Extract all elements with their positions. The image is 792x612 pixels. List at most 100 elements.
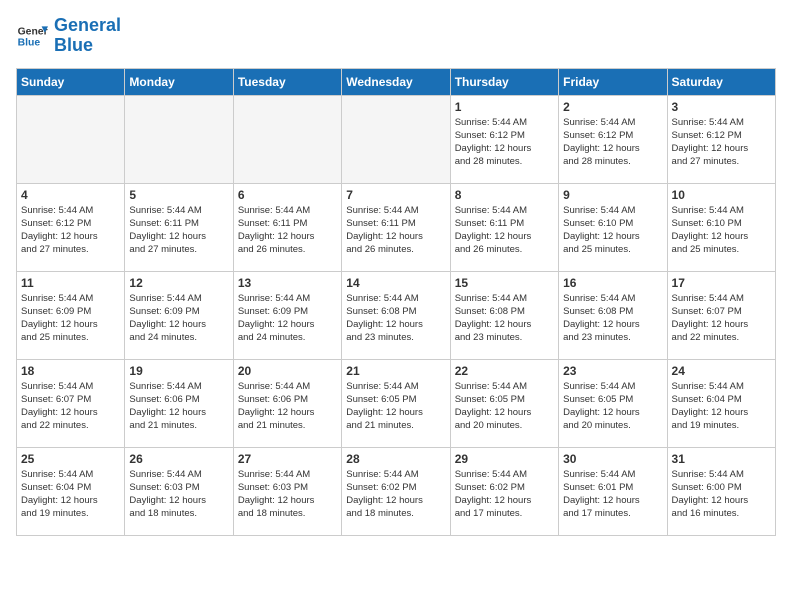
day-cell: 7 Sunrise: 5:44 AM Sunset: 6:11 PM Daylig… <box>342 183 450 271</box>
day-info: Sunrise: 5:44 AM Sunset: 6:11 PM Dayligh… <box>346 204 445 257</box>
day-info: Sunrise: 5:44 AM Sunset: 6:04 PM Dayligh… <box>21 468 120 521</box>
day-info: Sunrise: 5:44 AM Sunset: 6:12 PM Dayligh… <box>672 116 771 169</box>
day-number: 17 <box>672 276 771 290</box>
day-number: 10 <box>672 188 771 202</box>
day-cell: 2 Sunrise: 5:44 AM Sunset: 6:12 PM Daylig… <box>559 95 667 183</box>
day-cell: 12Sunrise: 5:44 AM Sunset: 6:09 PM Dayli… <box>125 271 233 359</box>
day-cell: 1 Sunrise: 5:44 AM Sunset: 6:12 PM Daylig… <box>450 95 558 183</box>
logo-icon: General Blue <box>16 20 48 52</box>
day-cell: 29Sunrise: 5:44 AM Sunset: 6:02 PM Dayli… <box>450 447 558 535</box>
day-info: Sunrise: 5:44 AM Sunset: 6:11 PM Dayligh… <box>238 204 337 257</box>
weekday-header-saturday: Saturday <box>667 68 775 95</box>
day-info: Sunrise: 5:44 AM Sunset: 6:08 PM Dayligh… <box>455 292 554 345</box>
day-cell: 22 Sunrise: 5:44 AM Sunset: 6:05 PM Dayli… <box>450 359 558 447</box>
day-number: 16 <box>563 276 662 290</box>
day-info: Sunrise: 5:44 AM Sunset: 6:06 PM Dayligh… <box>238 380 337 433</box>
day-info: Sunrise: 5:44 AM Sunset: 6:03 PM Dayligh… <box>238 468 337 521</box>
weekday-header-thursday: Thursday <box>450 68 558 95</box>
day-info: Sunrise: 5:44 AM Sunset: 6:12 PM Dayligh… <box>563 116 662 169</box>
day-info: Sunrise: 5:44 AM Sunset: 6:02 PM Dayligh… <box>346 468 445 521</box>
svg-text:Blue: Blue <box>18 37 41 48</box>
day-number: 1 <box>455 100 554 114</box>
day-number: 30 <box>563 452 662 466</box>
weekday-header-sunday: Sunday <box>17 68 125 95</box>
day-number: 2 <box>563 100 662 114</box>
logo-text: GeneralBlue <box>54 16 121 56</box>
day-cell: 9 Sunrise: 5:44 AM Sunset: 6:10 PM Daylig… <box>559 183 667 271</box>
day-info: Sunrise: 5:44 AM Sunset: 6:05 PM Dayligh… <box>563 380 662 433</box>
weekday-header-row: SundayMondayTuesdayWednesdayThursdayFrid… <box>17 68 776 95</box>
day-number: 27 <box>238 452 337 466</box>
calendar-table: SundayMondayTuesdayWednesdayThursdayFrid… <box>16 68 776 536</box>
day-number: 3 <box>672 100 771 114</box>
day-number: 22 <box>455 364 554 378</box>
day-number: 31 <box>672 452 771 466</box>
day-info: Sunrise: 5:44 AM Sunset: 6:11 PM Dayligh… <box>129 204 228 257</box>
day-number: 14 <box>346 276 445 290</box>
day-number: 6 <box>238 188 337 202</box>
day-cell: 14Sunrise: 5:44 AM Sunset: 6:08 PM Dayli… <box>342 271 450 359</box>
header: General Blue GeneralBlue <box>16 16 776 56</box>
week-row-3: 11 Sunrise: 5:44 AM Sunset: 6:09 PM Dayli… <box>17 271 776 359</box>
day-number: 13 <box>238 276 337 290</box>
week-row-4: 18 Sunrise: 5:44 AM Sunset: 6:07 PM Dayli… <box>17 359 776 447</box>
day-cell: 19 Sunrise: 5:44 AM Sunset: 6:06 PM Dayli… <box>125 359 233 447</box>
logo: General Blue GeneralBlue <box>16 16 121 56</box>
day-cell <box>233 95 341 183</box>
day-number: 23 <box>563 364 662 378</box>
week-row-1: 1 Sunrise: 5:44 AM Sunset: 6:12 PM Daylig… <box>17 95 776 183</box>
day-number: 28 <box>346 452 445 466</box>
day-cell: 16 Sunrise: 5:44 AM Sunset: 6:08 PM Dayli… <box>559 271 667 359</box>
day-cell: 21 Sunrise: 5:44 AM Sunset: 6:05 PM Dayli… <box>342 359 450 447</box>
day-number: 9 <box>563 188 662 202</box>
weekday-header-monday: Monday <box>125 68 233 95</box>
day-cell: 25 Sunrise: 5:44 AM Sunset: 6:04 PM Dayli… <box>17 447 125 535</box>
day-cell: 27 Sunrise: 5:44 AM Sunset: 6:03 PM Dayli… <box>233 447 341 535</box>
day-info: Sunrise: 5:44 AM Sunset: 6:07 PM Dayligh… <box>672 292 771 345</box>
day-cell: 3 Sunrise: 5:44 AM Sunset: 6:12 PM Daylig… <box>667 95 775 183</box>
day-number: 24 <box>672 364 771 378</box>
day-info: Sunrise: 5:44 AM Sunset: 6:10 PM Dayligh… <box>672 204 771 257</box>
day-info: Sunrise: 5:44 AM Sunset: 6:08 PM Dayligh… <box>563 292 662 345</box>
day-info: Sunrise: 5:44 AM Sunset: 6:00 PM Dayligh… <box>672 468 771 521</box>
week-row-2: 4 Sunrise: 5:44 AM Sunset: 6:12 PM Daylig… <box>17 183 776 271</box>
day-cell: 20 Sunrise: 5:44 AM Sunset: 6:06 PM Dayli… <box>233 359 341 447</box>
day-cell: 8Sunrise: 5:44 AM Sunset: 6:11 PM Daylig… <box>450 183 558 271</box>
weekday-header-tuesday: Tuesday <box>233 68 341 95</box>
day-info: Sunrise: 5:44 AM Sunset: 6:05 PM Dayligh… <box>455 380 554 433</box>
day-number: 19 <box>129 364 228 378</box>
day-number: 20 <box>238 364 337 378</box>
day-cell: 23 Sunrise: 5:44 AM Sunset: 6:05 PM Dayli… <box>559 359 667 447</box>
day-number: 25 <box>21 452 120 466</box>
day-cell: 17 Sunrise: 5:44 AM Sunset: 6:07 PM Dayli… <box>667 271 775 359</box>
day-info: Sunrise: 5:44 AM Sunset: 6:05 PM Dayligh… <box>346 380 445 433</box>
day-cell <box>342 95 450 183</box>
day-info: Sunrise: 5:44 AM Sunset: 6:06 PM Dayligh… <box>129 380 228 433</box>
day-info: Sunrise: 5:44 AM Sunset: 6:01 PM Dayligh… <box>563 468 662 521</box>
day-number: 26 <box>129 452 228 466</box>
day-number: 18 <box>21 364 120 378</box>
week-row-5: 25 Sunrise: 5:44 AM Sunset: 6:04 PM Dayli… <box>17 447 776 535</box>
day-info: Sunrise: 5:44 AM Sunset: 6:03 PM Dayligh… <box>129 468 228 521</box>
day-info: Sunrise: 5:44 AM Sunset: 6:07 PM Dayligh… <box>21 380 120 433</box>
day-number: 7 <box>346 188 445 202</box>
day-info: Sunrise: 5:44 AM Sunset: 6:09 PM Dayligh… <box>21 292 120 345</box>
day-cell <box>125 95 233 183</box>
day-cell: 6 Sunrise: 5:44 AM Sunset: 6:11 PM Daylig… <box>233 183 341 271</box>
day-number: 4 <box>21 188 120 202</box>
day-cell: 4 Sunrise: 5:44 AM Sunset: 6:12 PM Daylig… <box>17 183 125 271</box>
day-info: Sunrise: 5:44 AM Sunset: 6:09 PM Dayligh… <box>129 292 228 345</box>
day-cell: 18 Sunrise: 5:44 AM Sunset: 6:07 PM Dayli… <box>17 359 125 447</box>
day-number: 11 <box>21 276 120 290</box>
day-number: 15 <box>455 276 554 290</box>
day-info: Sunrise: 5:44 AM Sunset: 6:12 PM Dayligh… <box>21 204 120 257</box>
day-number: 5 <box>129 188 228 202</box>
day-info: Sunrise: 5:44 AM Sunset: 6:12 PM Dayligh… <box>455 116 554 169</box>
day-number: 21 <box>346 364 445 378</box>
day-cell: 15 Sunrise: 5:44 AM Sunset: 6:08 PM Dayli… <box>450 271 558 359</box>
day-info: Sunrise: 5:44 AM Sunset: 6:04 PM Dayligh… <box>672 380 771 433</box>
weekday-header-wednesday: Wednesday <box>342 68 450 95</box>
day-info: Sunrise: 5:44 AM Sunset: 6:10 PM Dayligh… <box>563 204 662 257</box>
day-cell <box>17 95 125 183</box>
day-cell: 10 Sunrise: 5:44 AM Sunset: 6:10 PM Dayli… <box>667 183 775 271</box>
